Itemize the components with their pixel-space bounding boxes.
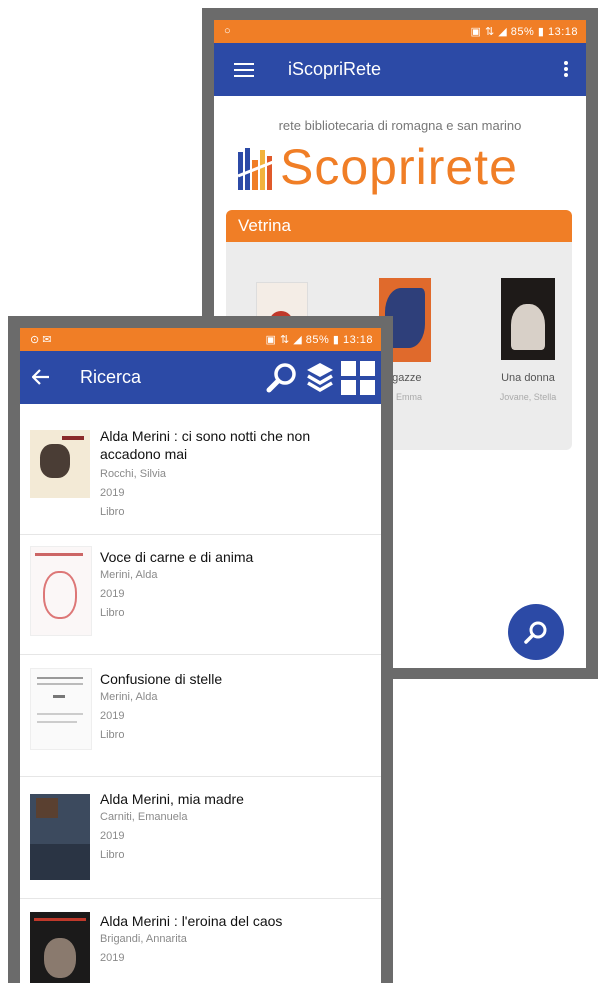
book-thumbnail bbox=[30, 668, 92, 750]
book-cover-art bbox=[511, 304, 545, 350]
vetrina-title-3: Una donna bbox=[501, 372, 555, 384]
status-info: ▣ ⇅ ◢ 85% ▮ 13:18 bbox=[265, 334, 373, 346]
result-year: 2019 bbox=[100, 830, 125, 842]
status-bar: ○ ▣ ⇅ ◢ 85% ▮ 13:18 bbox=[214, 20, 586, 43]
list-item[interactable]: Confusione di stelle Merini, Alda 2019 L… bbox=[20, 654, 381, 777]
vetrina-header: Vetrina bbox=[226, 210, 572, 242]
result-title: Confusione di stelle bbox=[100, 671, 223, 687]
book-thumbnail bbox=[30, 794, 90, 880]
result-title: Alda Merini : l'eroina del caos bbox=[100, 913, 283, 929]
status-info: ▣ ⇅ ◢ 85% ▮ 13:18 bbox=[470, 26, 578, 38]
list-item[interactable]: Alda Merini : ci sono notti che non acca… bbox=[20, 404, 381, 535]
result-author: Rocchi, Silvia bbox=[100, 468, 167, 480]
logo-mark-icon bbox=[238, 148, 278, 190]
result-author: Merini, Alda bbox=[100, 691, 158, 703]
logo-text: Scoprirete bbox=[280, 139, 518, 195]
overflow-menu-icon[interactable] bbox=[564, 61, 568, 77]
page-title: Ricerca bbox=[80, 367, 142, 387]
app-bar: iScopriRete bbox=[214, 43, 586, 96]
notification-icon: ○ bbox=[224, 25, 231, 37]
result-author: Merini, Alda bbox=[100, 569, 158, 581]
result-title: Voce di carne e di anima bbox=[100, 549, 254, 565]
front-phone-frame: ⊙ ✉ ▣ ⇅ ◢ 85% ▮ 13:18 Ricerca Alda Merin… bbox=[8, 316, 393, 983]
list-item[interactable]: Alda Merini, mia madre Carniti, Emanuela… bbox=[20, 776, 381, 899]
app-title: iScopriRete bbox=[288, 59, 382, 79]
vetrina-book-3[interactable] bbox=[501, 278, 555, 360]
result-type: Libro bbox=[100, 607, 125, 619]
result-author: Brigandi, Annarita bbox=[100, 933, 187, 945]
result-author: Carniti, Emanuela bbox=[100, 811, 188, 823]
vetrina-title-2: agazze bbox=[386, 372, 422, 384]
search-fab[interactable] bbox=[508, 604, 564, 660]
app-bar: Ricerca bbox=[20, 351, 381, 404]
tagline: rete bibliotecaria di romagna e san mari… bbox=[278, 118, 522, 133]
result-type: Libro bbox=[100, 849, 125, 861]
result-title: Alda Merini, mia madre bbox=[100, 791, 244, 807]
search-icon bbox=[524, 621, 547, 644]
search-results-screen: ⊙ ✉ ▣ ⇅ ◢ 85% ▮ 13:18 Ricerca Alda Merin… bbox=[20, 328, 381, 983]
book-thumbnail bbox=[30, 546, 92, 636]
result-type: Libro bbox=[100, 729, 125, 741]
result-year: 2019 bbox=[100, 588, 125, 600]
status-bar: ⊙ ✉ ▣ ⇅ ◢ 85% ▮ 13:18 bbox=[20, 328, 381, 351]
logo: Scoprirete bbox=[238, 138, 568, 200]
result-year: 2019 bbox=[100, 710, 125, 722]
back-arrow-icon[interactable] bbox=[32, 369, 50, 385]
book-thumbnail bbox=[30, 912, 90, 983]
grid-view-icon[interactable] bbox=[341, 361, 375, 395]
book-thumbnail bbox=[30, 430, 90, 498]
list-item[interactable]: Voce di carne e di anima Merini, Alda 20… bbox=[20, 534, 381, 655]
result-type: Libro bbox=[100, 506, 125, 518]
list-item[interactable]: Alda Merini : l'eroina del caos Brigandi… bbox=[20, 898, 381, 983]
result-title: Alda Merini : ci sono notti che non acca… bbox=[100, 428, 311, 462]
vetrina-author-3: Jovane, Stella bbox=[499, 392, 557, 402]
vetrina-label: Vetrina bbox=[238, 216, 291, 235]
search-icon[interactable] bbox=[266, 362, 298, 394]
result-year: 2019 bbox=[100, 487, 125, 499]
result-year: 2019 bbox=[100, 952, 125, 964]
notification-icon: ⊙ ✉ bbox=[30, 334, 52, 346]
layers-icon[interactable] bbox=[305, 361, 335, 393]
vetrina-author-2: a, Emma bbox=[386, 392, 423, 402]
menu-icon[interactable] bbox=[234, 63, 254, 77]
